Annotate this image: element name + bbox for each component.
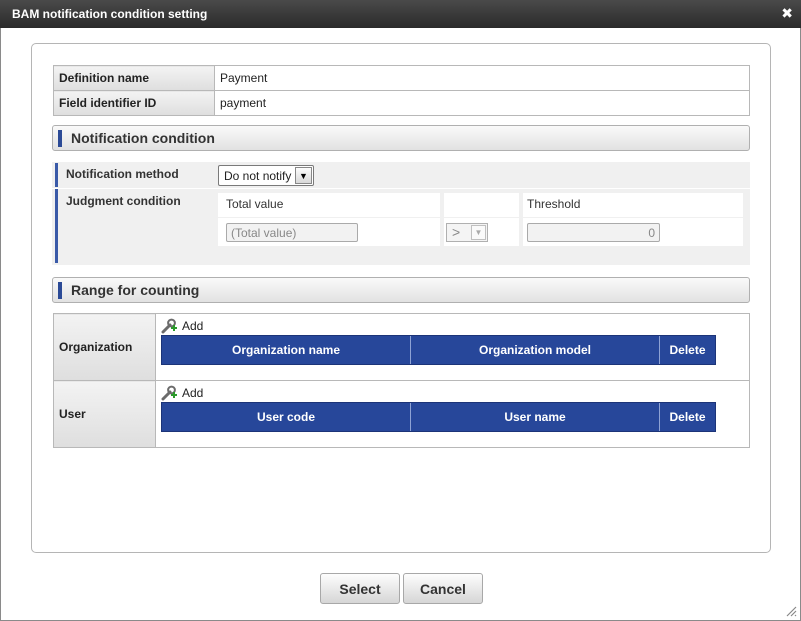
user-add-label: Add bbox=[182, 386, 204, 400]
operator-select[interactable]: > ▼ bbox=[446, 223, 488, 242]
range-table: Organization Add Organization name Organ… bbox=[53, 313, 750, 448]
notification-method-value: Do not notify bbox=[224, 169, 292, 183]
column-header-delete[interactable]: Delete bbox=[660, 336, 715, 364]
dialog-title: BAM notification condition setting bbox=[12, 7, 208, 21]
definition-name-label: Definition name bbox=[53, 65, 215, 91]
column-header-user-code[interactable]: User code bbox=[162, 403, 411, 431]
user-add-button[interactable]: Add bbox=[161, 385, 749, 401]
notification-condition-header: Notification condition bbox=[52, 125, 750, 151]
definition-name-value: Payment bbox=[214, 65, 750, 91]
operator-value: > bbox=[452, 224, 461, 240]
select-button[interactable]: Select bbox=[320, 573, 400, 604]
user-label: User bbox=[53, 380, 156, 448]
definition-table: Definition name Payment Field identifier… bbox=[53, 65, 750, 116]
chevron-down-icon[interactable]: ▼ bbox=[471, 225, 486, 240]
close-icon[interactable]: ✖ bbox=[781, 5, 793, 21]
column-header-user-name[interactable]: User name bbox=[411, 403, 660, 431]
judgment-condition-area: Total value Threshold (Total value) > ▼ … bbox=[214, 189, 750, 265]
definition-name-row: Definition name Payment bbox=[53, 65, 750, 91]
organization-add-button[interactable]: Add bbox=[161, 318, 749, 334]
user-grid-header: User code User name Delete bbox=[161, 402, 716, 432]
field-identifier-row: Field identifier ID payment bbox=[53, 90, 750, 116]
column-header-organization-name[interactable]: Organization name bbox=[162, 336, 411, 364]
column-header-organization-model[interactable]: Organization model bbox=[411, 336, 660, 364]
field-identifier-label: Field identifier ID bbox=[53, 90, 215, 116]
user-content: Add User code User name Delete bbox=[155, 380, 750, 448]
wrench-add-icon bbox=[161, 385, 177, 401]
column-header-delete[interactable]: Delete bbox=[660, 403, 715, 431]
total-value-header: Total value bbox=[226, 197, 284, 211]
organization-add-label: Add bbox=[182, 319, 204, 333]
resize-grip-icon[interactable] bbox=[785, 605, 797, 617]
cancel-button[interactable]: Cancel bbox=[403, 573, 483, 604]
dialog-title-bar[interactable]: BAM notification condition setting ✖ bbox=[0, 0, 801, 28]
wrench-add-icon bbox=[161, 318, 177, 334]
notification-method-label: Notification method bbox=[55, 163, 205, 187]
threshold-input[interactable]: 0 bbox=[527, 223, 660, 242]
threshold-header: Threshold bbox=[527, 197, 581, 211]
dialog-window: Definition name Payment Field identifier… bbox=[0, 28, 801, 621]
notification-method-select[interactable]: Do not notify ▼ bbox=[218, 165, 314, 186]
notification-condition-block: Notification method Do not notify ▼ Judg… bbox=[52, 162, 750, 265]
judgment-condition-label: Judgment condition bbox=[55, 189, 205, 263]
organization-grid-header: Organization name Organization model Del… bbox=[161, 335, 716, 365]
total-value-input[interactable]: (Total value) bbox=[226, 223, 358, 242]
content-panel: Definition name Payment Field identifier… bbox=[31, 43, 771, 553]
organization-content: Add Organization name Organization model… bbox=[155, 313, 750, 381]
operator-header-cell bbox=[444, 193, 519, 217]
organization-label: Organization bbox=[53, 313, 156, 381]
user-row: User Add User code User name Delete bbox=[53, 380, 750, 448]
range-for-counting-header: Range for counting bbox=[52, 277, 750, 303]
chevron-down-icon[interactable]: ▼ bbox=[295, 167, 312, 184]
field-identifier-value: payment bbox=[214, 90, 750, 116]
organization-row: Organization Add Organization name Organ… bbox=[53, 313, 750, 381]
